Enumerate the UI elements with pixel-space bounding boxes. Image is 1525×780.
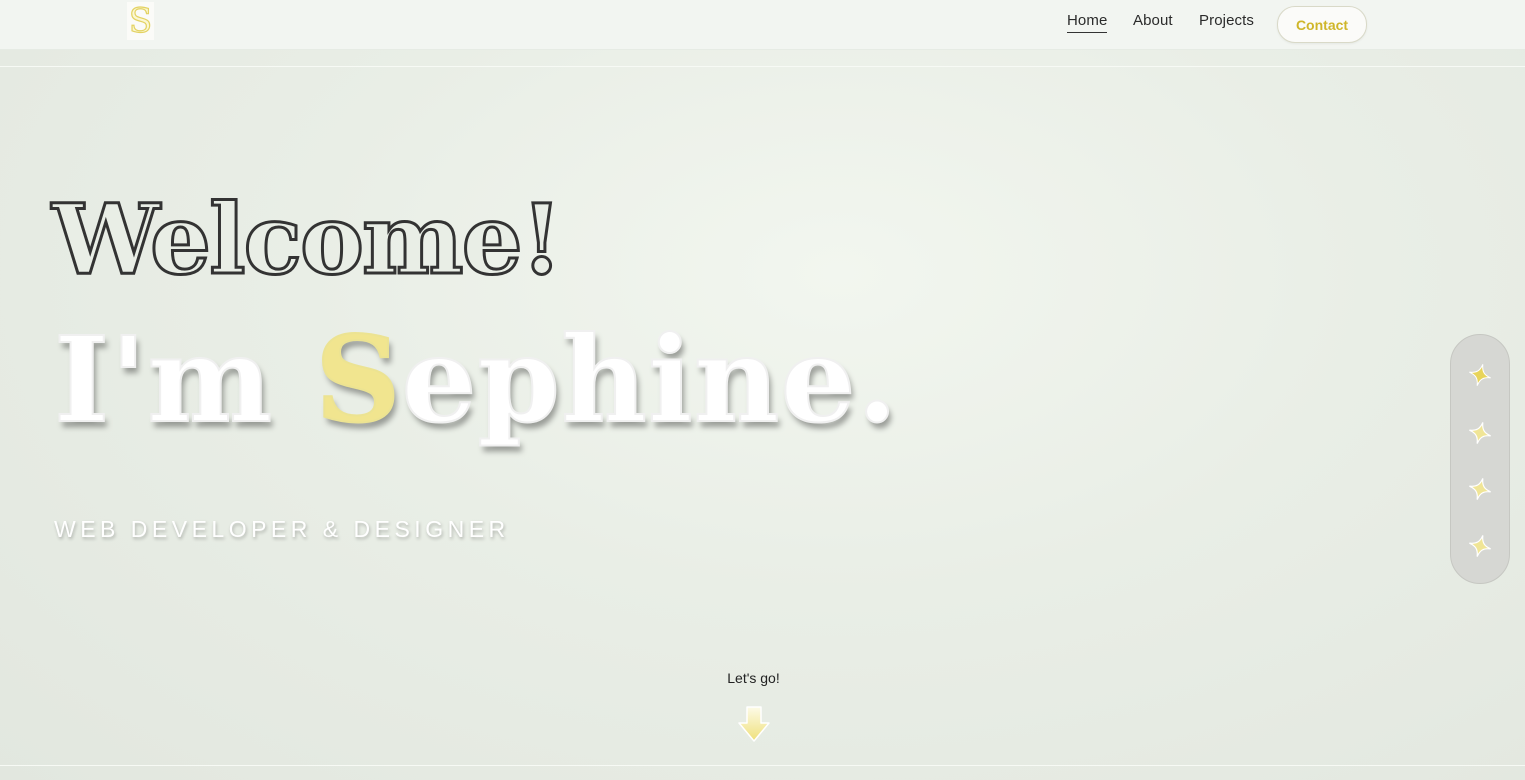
logo[interactable]: S <box>127 2 154 40</box>
hero-subtitle: WEB DEVELOPER & DESIGNER <box>54 516 510 542</box>
hero-greeting: Welcome! <box>51 183 565 296</box>
hero-intro-highlight: S <box>314 310 402 449</box>
nav-projects[interactable]: Projects <box>1199 12 1254 29</box>
scroll-cta-label[interactable]: Let's go! <box>0 670 1507 686</box>
contact-button[interactable]: Contact <box>1277 6 1367 43</box>
arrow-down-icon[interactable] <box>737 705 771 743</box>
sparkle-icon[interactable] <box>1468 534 1492 558</box>
sparkle-icon[interactable] <box>1468 477 1492 501</box>
sparkle-icon[interactable] <box>1468 363 1492 387</box>
sparkle-icon[interactable] <box>1468 421 1492 445</box>
hero-intro-rest: ephine. <box>400 310 899 449</box>
nav-about[interactable]: About <box>1133 12 1173 29</box>
header-divider <box>0 66 1525 67</box>
hero-intro-prefix: I'm <box>53 310 316 449</box>
nav-home[interactable]: Home <box>1067 12 1108 33</box>
footer-divider <box>0 765 1525 766</box>
hero-intro: I'm Sephine. <box>53 317 899 443</box>
